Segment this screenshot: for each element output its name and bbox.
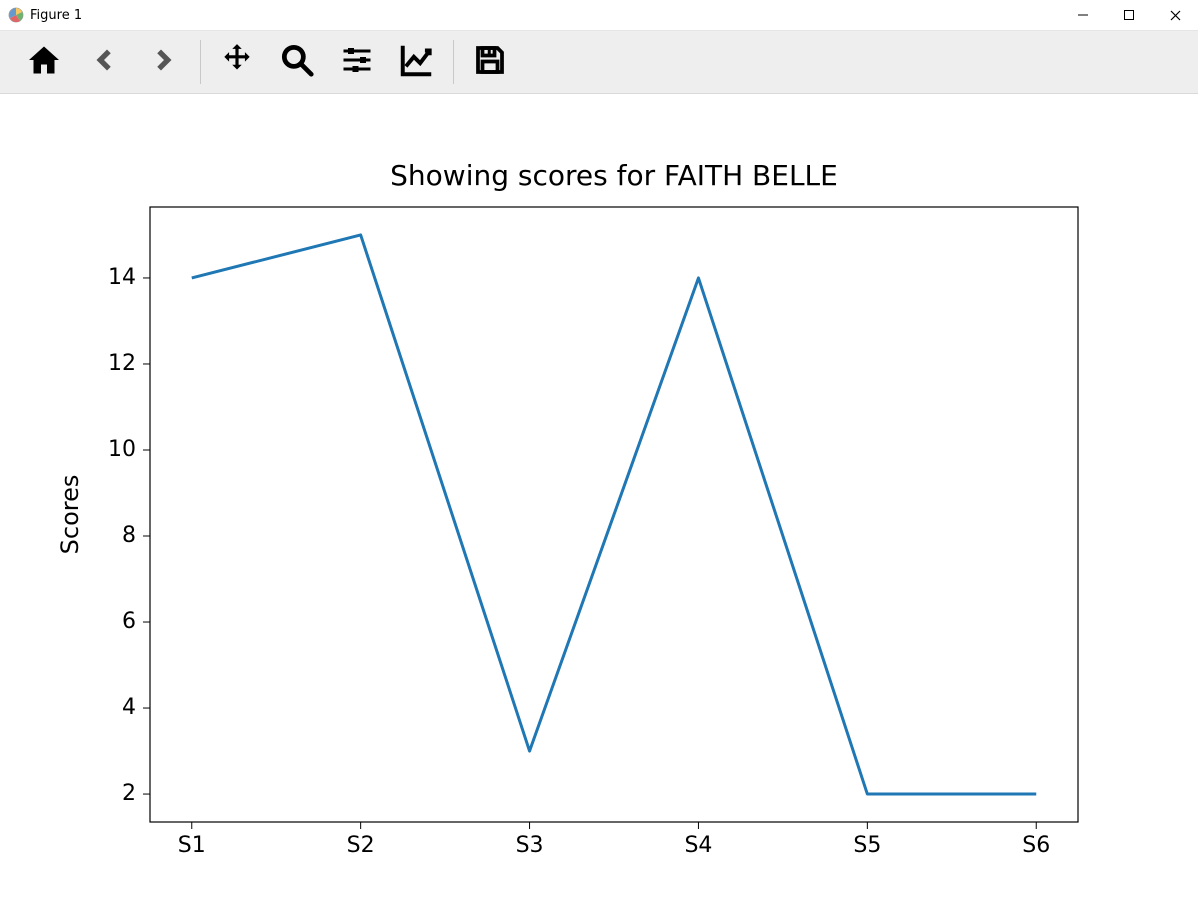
chart-title: Showing scores for FAITH BELLE	[390, 159, 838, 192]
maximize-button[interactable]	[1106, 0, 1152, 30]
close-button[interactable]	[1152, 0, 1198, 30]
toolbar-separator	[453, 40, 454, 84]
move-icon	[218, 41, 256, 83]
y-tick-label: 10	[108, 437, 136, 462]
x-tick-label: S2	[347, 833, 375, 858]
configure-subplots-button[interactable]	[331, 36, 383, 88]
pan-button[interactable]	[211, 36, 263, 88]
app-icon	[8, 7, 24, 23]
arrow-right-icon	[146, 42, 182, 82]
y-tick-label: 14	[108, 265, 136, 290]
home-button[interactable]	[18, 36, 70, 88]
sliders-icon	[339, 42, 375, 82]
back-button[interactable]	[78, 36, 130, 88]
x-tick-label: S5	[853, 833, 881, 858]
plot-area: 2 4 6 8 10 12 14 S1 S2 S3 S4 S5 S6 Scores Showing scor…	[0, 94, 1198, 898]
chart[interactable]: 2 4 6 8 10 12 14 S1 S2 S3 S4 S5 S6 Scores Showing scor…	[0, 94, 1198, 898]
x-tick-label: S1	[178, 833, 206, 858]
toolbar-separator	[200, 40, 201, 84]
zoom-button[interactable]	[271, 36, 323, 88]
toolbar	[0, 30, 1198, 94]
y-axis-label: Scores	[56, 475, 84, 555]
magnifier-icon	[278, 41, 316, 83]
y-tick-label: 8	[122, 523, 136, 548]
minimize-button[interactable]	[1060, 0, 1106, 30]
y-tick-label: 2	[122, 781, 136, 806]
edit-axes-button[interactable]	[391, 36, 443, 88]
arrow-left-icon	[86, 42, 122, 82]
y-tick-label: 6	[122, 609, 136, 634]
forward-button[interactable]	[138, 36, 190, 88]
titlebar: Figure 1	[0, 0, 1198, 30]
window-title: Figure 1	[30, 8, 82, 23]
x-tick-label: S3	[516, 833, 544, 858]
y-tick-label: 12	[108, 351, 136, 376]
data-line	[192, 235, 1036, 794]
home-icon	[26, 42, 62, 82]
x-tick-label: S6	[1022, 833, 1050, 858]
chart-line-icon	[398, 41, 436, 83]
save-icon	[472, 42, 508, 82]
y-tick-label: 4	[122, 695, 136, 720]
x-tick-label: S4	[684, 833, 712, 858]
window-controls	[1060, 0, 1198, 30]
save-button[interactable]	[464, 36, 516, 88]
